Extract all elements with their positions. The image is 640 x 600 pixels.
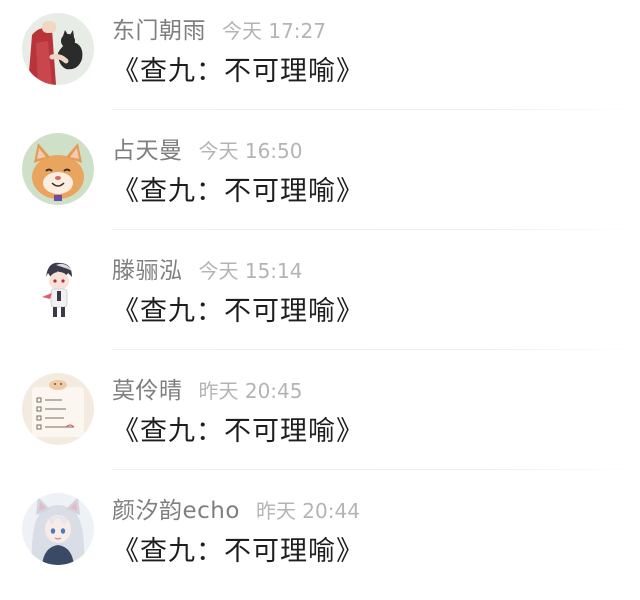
list-item[interactable]: 东门朝雨 今天 17:27 《查九：不可理喻》	[0, 0, 640, 120]
timestamp: 昨天 20:45	[198, 379, 303, 403]
comment-meta: 颜汐韵echo 昨天 20:44	[112, 494, 360, 528]
comment-meta: 占天曼 今天 16:50	[112, 134, 303, 168]
checklist-note-avatar-icon[interactable]	[22, 373, 94, 445]
girl-with-cat-avatar-icon[interactable]	[22, 13, 94, 85]
timestamp: 今天 15:14	[198, 259, 303, 283]
comment-meta: 莫伶晴 昨天 20:45	[112, 374, 303, 408]
anime-boy-avatar-icon[interactable]	[22, 253, 94, 325]
timestamp: 昨天 20:44	[255, 499, 360, 523]
timestamp: 今天 16:50	[198, 139, 303, 163]
comment-text: 《查九：不可理喻》	[112, 416, 364, 447]
comment-text: 《查九：不可理喻》	[112, 536, 364, 567]
timestamp: 今天 17:27	[222, 19, 326, 43]
username[interactable]: 莫伶晴	[112, 378, 183, 404]
list-item[interactable]: 莫伶晴 昨天 20:45 《查九：不可理喻》	[0, 360, 640, 480]
divider	[112, 469, 640, 470]
anime-wolf-girl-avatar-icon[interactable]	[22, 493, 94, 565]
comment-meta: 东门朝雨 今天 17:27	[112, 14, 326, 48]
comment-text: 《查九：不可理喻》	[112, 176, 364, 207]
comment-text: 《查九：不可理喻》	[112, 296, 364, 327]
comment-text: 《查九：不可理喻》	[112, 56, 364, 87]
comment-feed: 东门朝雨 今天 17:27 《查九：不可理喻》 占天曼 今天 16:50 《查九…	[0, 0, 640, 596]
username[interactable]: 颜汐韵echo	[112, 498, 240, 524]
divider	[112, 109, 640, 110]
comment-meta: 滕骊泓 今天 15:14	[112, 254, 303, 288]
username[interactable]: 滕骊泓	[112, 258, 183, 284]
list-item[interactable]: 占天曼 今天 16:50 《查九：不可理喻》	[0, 120, 640, 240]
username[interactable]: 东门朝雨	[112, 18, 206, 44]
list-item[interactable]: 滕骊泓 今天 15:14 《查九：不可理喻》	[0, 240, 640, 360]
divider	[112, 229, 640, 230]
orange-cat-avatar-icon[interactable]	[22, 133, 94, 205]
divider	[112, 349, 640, 350]
list-item[interactable]: 颜汐韵echo 昨天 20:44 《查九：不可理喻》	[0, 480, 640, 600]
username[interactable]: 占天曼	[112, 138, 183, 164]
